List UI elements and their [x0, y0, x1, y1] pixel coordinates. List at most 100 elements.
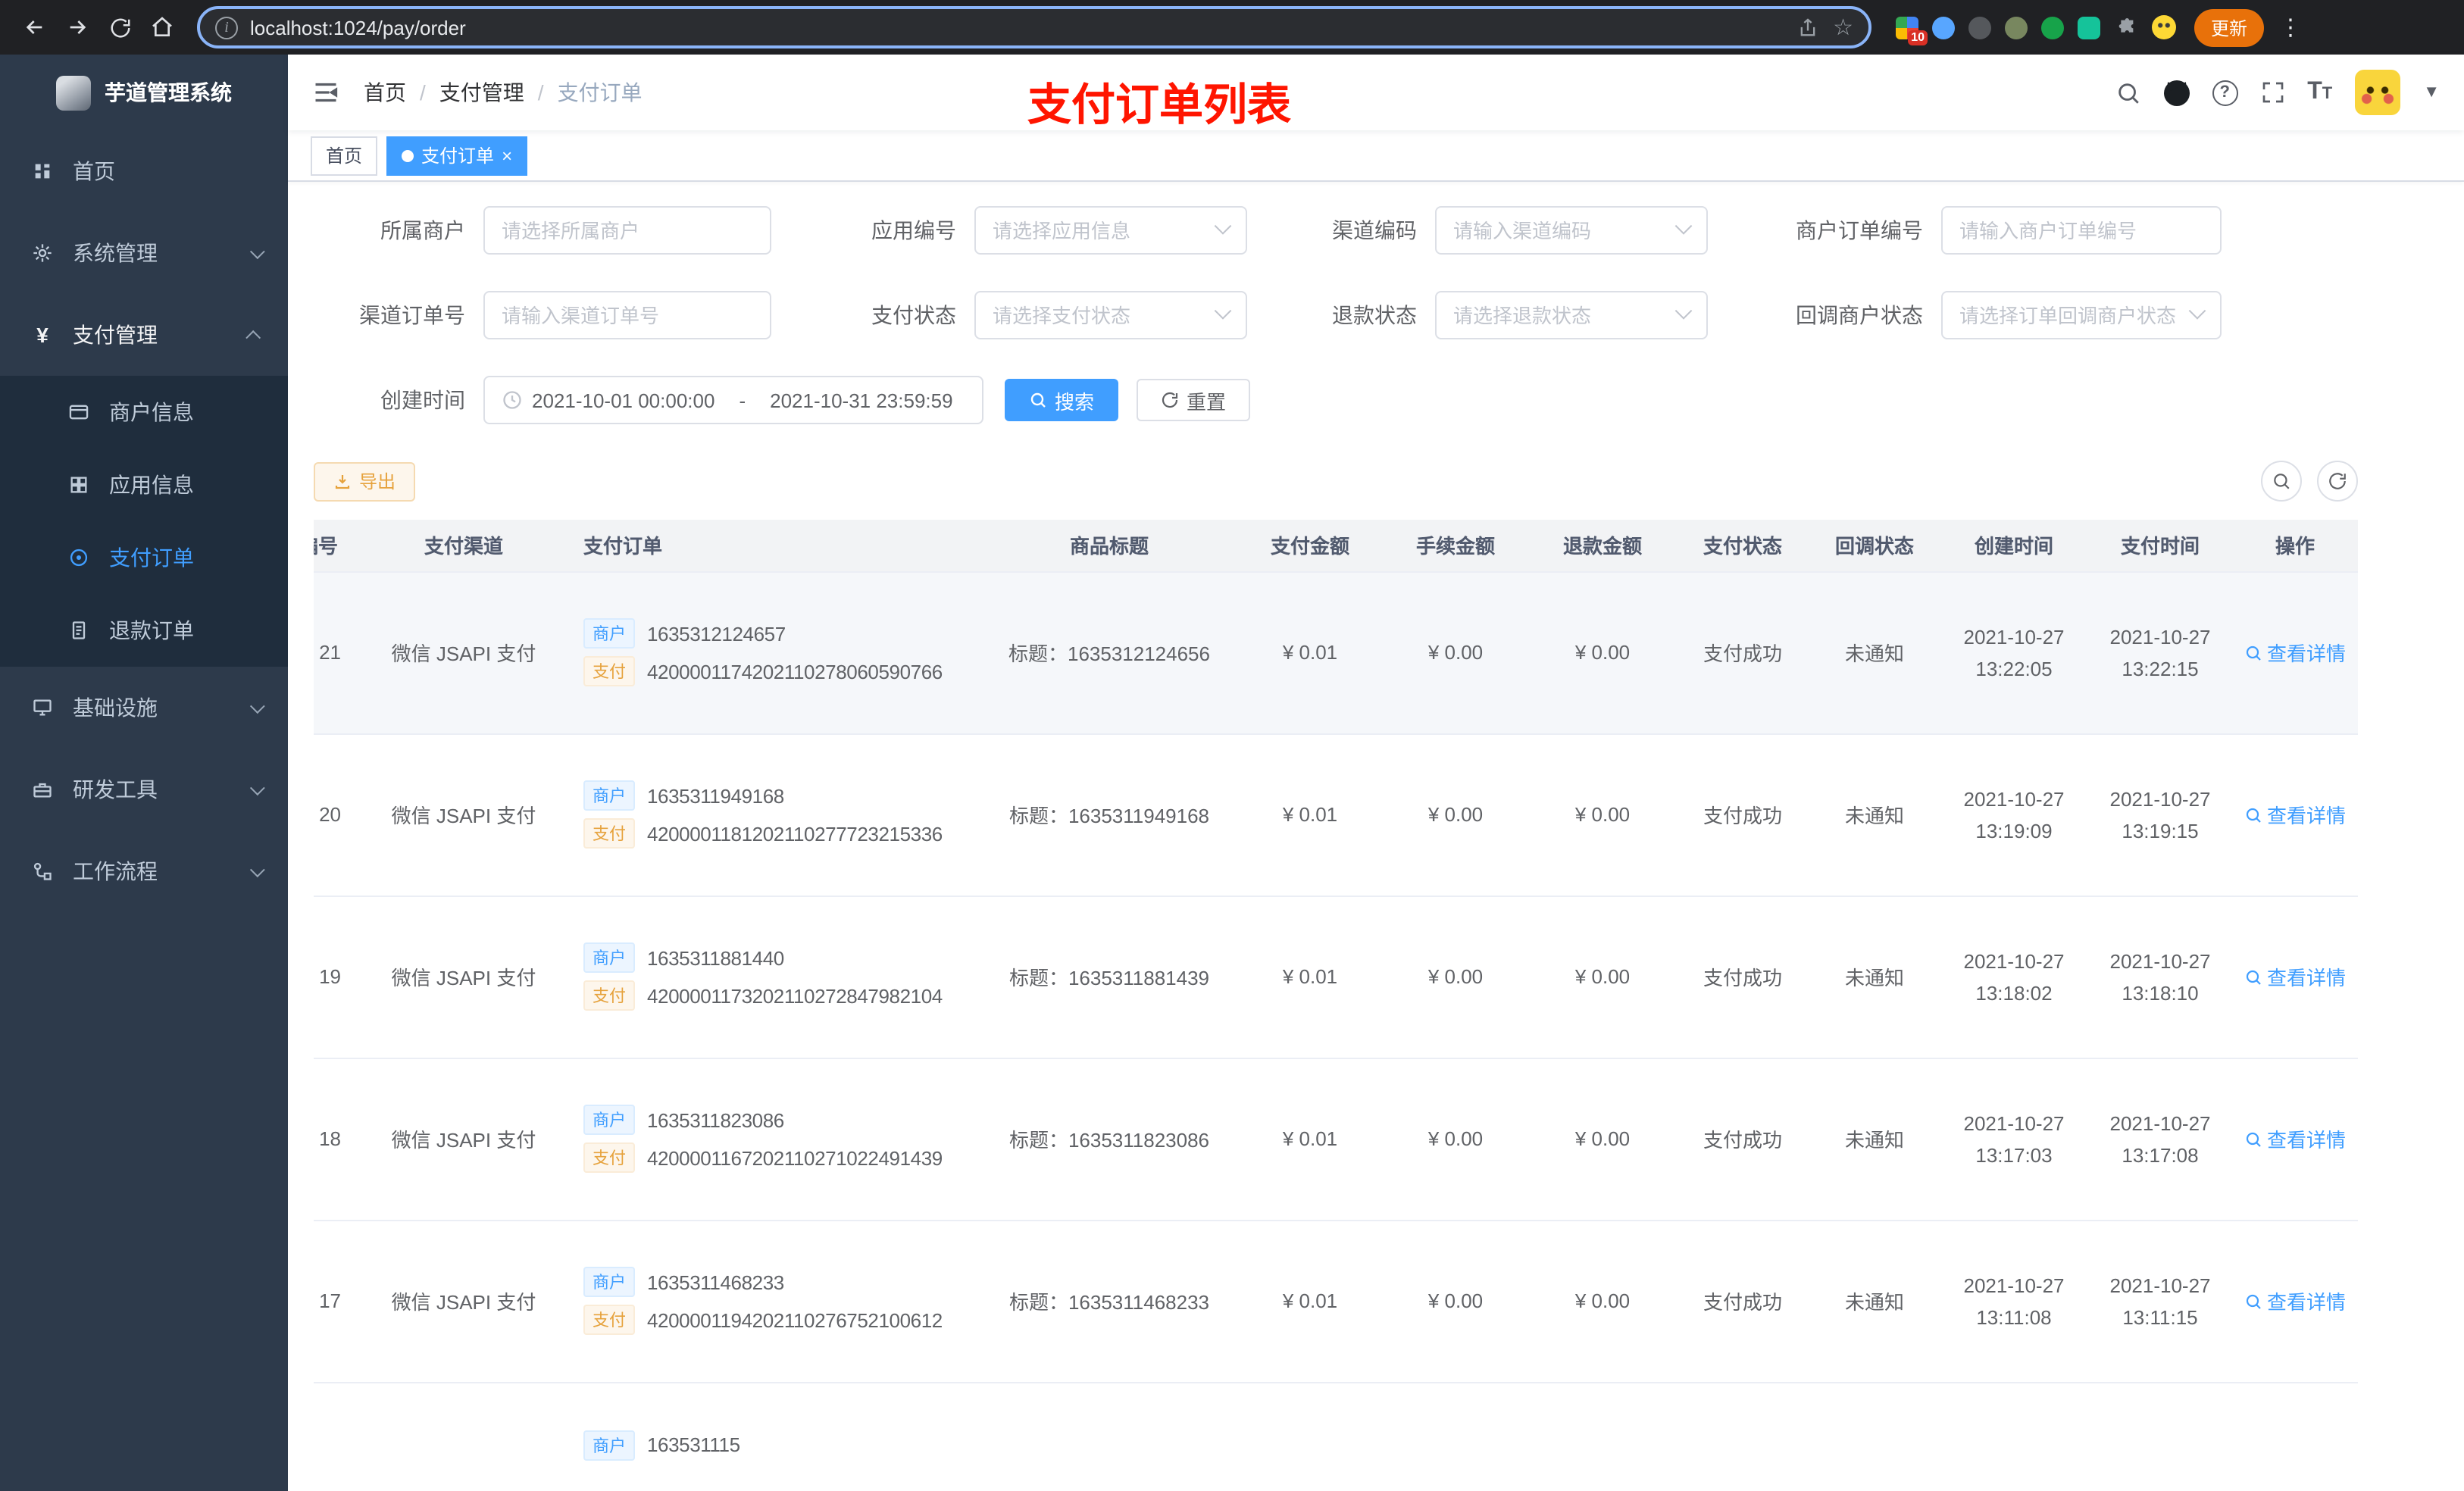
tab-home[interactable]: 首页	[311, 136, 378, 175]
table-row-partial: 商户 163531115	[314, 1382, 2358, 1491]
create-time: 2021-10-27 13:18:02	[1940, 896, 2088, 1058]
view-detail-link[interactable]: 查看详情	[2244, 638, 2346, 667]
channel-code-input[interactable]	[1453, 219, 1668, 242]
sidebar-item-home[interactable]: 首页	[0, 130, 288, 212]
pay-time: 2021-10-27 13:18:10	[2088, 896, 2232, 1058]
search-icon[interactable]	[2115, 80, 2140, 105]
active-tab-dot	[402, 149, 414, 161]
tab-pay-order[interactable]: 支付订单 ×	[386, 136, 528, 175]
fee-amount: ¥ 0.00	[1382, 733, 1529, 896]
export-button[interactable]: 导出	[314, 461, 416, 501]
merchant-order-no-field[interactable]	[1941, 206, 2222, 255]
sidebar-item-merchant-info[interactable]: 商户信息	[0, 376, 288, 449]
app-logo[interactable]: 芋道管理系统	[0, 55, 288, 130]
pay-order-no: 4200001194202110276752100612	[647, 1308, 943, 1331]
sidebar-item-devtools[interactable]: 研发工具	[0, 749, 288, 830]
create-time-range-picker[interactable]: 2021-10-01 00:00:00 - 2021-10-31 23:59:5…	[483, 376, 983, 424]
merchant-tag: 商户	[583, 942, 635, 973]
breadcrumb-pay-mgmt[interactable]: 支付管理	[439, 77, 524, 108]
share-icon[interactable]	[1796, 16, 1818, 39]
reset-button[interactable]: 重置	[1137, 379, 1251, 421]
navbar-actions: ? TT ▼	[2115, 70, 2440, 115]
tab-close-icon[interactable]: ×	[502, 146, 512, 164]
url-text[interactable]: localhost:1024/pay/order	[250, 16, 1784, 39]
sidebar-item-refund-order[interactable]: 退款订单	[0, 594, 288, 667]
home-icon[interactable]	[142, 8, 182, 47]
pay-order-cell: 商户 1635311468233 支付 42000011942021102767…	[568, 1220, 980, 1383]
pay-channel: 微信 JSAPI 支付	[359, 571, 568, 734]
yen-icon: ¥	[36, 323, 48, 347]
refund-amount: ¥ 0.00	[1529, 571, 1676, 734]
tags-view-bar: 首页 支付订单 ×	[288, 130, 2464, 182]
olive-extension-icon[interactable]	[2005, 16, 2028, 39]
blue-extension-icon[interactable]	[1932, 16, 1955, 39]
merchant-order-no-input[interactable]	[1959, 219, 2203, 242]
caret-down-icon[interactable]: ▼	[2423, 83, 2440, 102]
view-detail-link[interactable]: 查看详情	[2244, 1286, 2346, 1315]
kebab-menu-icon[interactable]: ⋮	[2273, 14, 2308, 41]
filter-label-channel-code: 渠道编码	[1332, 218, 1417, 242]
hamburger-icon[interactable]	[312, 79, 339, 106]
pay-amount: ¥ 0.01	[1238, 733, 1382, 896]
view-detail-link[interactable]: 查看详情	[2244, 962, 2346, 991]
app-select-input[interactable]	[993, 219, 1208, 242]
fullscreen-icon[interactable]	[2260, 80, 2284, 105]
reload-icon[interactable]	[100, 8, 139, 47]
view-detail-label: 查看详情	[2266, 642, 2346, 665]
help-icon[interactable]: ?	[2212, 80, 2238, 105]
info-icon[interactable]: i	[215, 16, 238, 39]
extension-grid-icon[interactable]: 10	[1896, 16, 1928, 45]
channel-order-no-field[interactable]	[483, 291, 771, 339]
refund-status-input[interactable]	[1453, 304, 1668, 327]
breadcrumb-home[interactable]: 首页	[364, 77, 406, 108]
refund-amount: ¥ 0.00	[1529, 1220, 1676, 1383]
notify-status-select[interactable]	[1941, 291, 2222, 339]
breadcrumb-separator: /	[537, 80, 544, 105]
puzzle-icon[interactable]	[2114, 15, 2138, 39]
star-icon[interactable]: ☆	[1833, 14, 1853, 41]
column-header-10: 支付时间	[2088, 520, 2232, 572]
green-check-extension-icon[interactable]	[2041, 16, 2064, 39]
back-icon[interactable]	[15, 8, 55, 47]
green-square-extension-icon[interactable]	[2078, 16, 2100, 39]
user-avatar[interactable]	[2355, 70, 2401, 115]
github-icon[interactable]	[2163, 80, 2190, 105]
product-title: 标题：1635311949168	[980, 733, 1238, 896]
search-button[interactable]: 搜索	[1005, 379, 1119, 421]
address-bar[interactable]: i localhost:1024/pay/order ☆	[197, 6, 1871, 48]
sidebar-item-workflow[interactable]: 工作流程	[0, 830, 288, 912]
order-id: 20	[314, 733, 359, 896]
forward-icon[interactable]	[58, 8, 97, 47]
emoji-extension-icon[interactable]	[2152, 15, 2176, 39]
chevron-down-icon	[249, 861, 265, 877]
channel-code-select[interactable]	[1435, 206, 1708, 255]
channel-order-no-input[interactable]	[502, 304, 753, 327]
pay-time: 2021-10-27 13:19:15	[2088, 733, 2232, 896]
pay-amount: ¥ 0.01	[1238, 1058, 1382, 1221]
sidebar-item-pay-order[interactable]: 支付订单	[0, 521, 288, 594]
view-detail-link[interactable]: 查看详情	[2244, 1124, 2346, 1153]
merchant-select-input[interactable]	[502, 219, 753, 242]
toggle-search-icon[interactable]	[2261, 461, 2302, 502]
pay-status-input[interactable]	[993, 304, 1208, 327]
date-start[interactable]: 2021-10-01 00:00:00	[532, 389, 714, 411]
sidebar-item-infrastructure[interactable]: 基础设施	[0, 667, 288, 749]
refresh-icon[interactable]	[2317, 461, 2358, 502]
notify-status-input[interactable]	[1959, 304, 2182, 327]
app-select[interactable]	[974, 206, 1247, 255]
date-end[interactable]: 2021-10-31 23:59:59	[770, 389, 952, 411]
sidebar-item-system[interactable]: 系统管理	[0, 212, 288, 294]
dark-extension-icon[interactable]	[1968, 16, 1991, 39]
sidebar-item-payment[interactable]: ¥ 支付管理	[0, 294, 288, 376]
font-size-icon[interactable]: TT	[2307, 79, 2332, 106]
pay-status-select[interactable]	[974, 291, 1247, 339]
sidebar-item-label: 退款订单	[109, 618, 194, 642]
search-button-label: 搜索	[1055, 390, 1095, 413]
sidebar-item-label: 应用信息	[109, 473, 194, 497]
view-detail-link[interactable]: 查看详情	[2244, 800, 2346, 829]
sidebar-item-app-info[interactable]: 应用信息	[0, 449, 288, 521]
refund-status-select[interactable]	[1435, 291, 1708, 339]
merchant-select[interactable]	[483, 206, 771, 255]
browser-update-button[interactable]: 更新	[2194, 8, 2265, 46]
product-title: 标题：1635311881439	[980, 896, 1238, 1058]
